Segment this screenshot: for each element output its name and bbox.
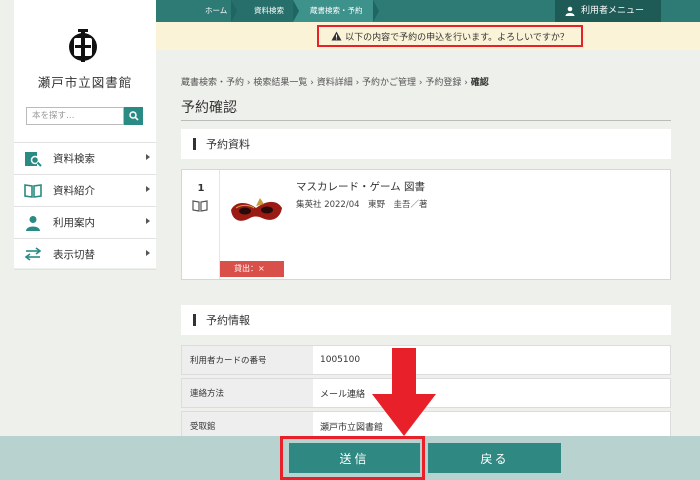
nav-home[interactable]: ホーム xyxy=(205,0,227,22)
nav-catalog[interactable]: 蔵書検索・予約 xyxy=(310,0,363,22)
notice-text: 以下の内容で予約の申込を行います。よろしいですか？ xyxy=(345,32,569,43)
book-icon xyxy=(192,200,208,212)
arrow-down-icon xyxy=(372,348,436,436)
top-navigation: ホーム 資料検索 蔵書検索・予約 利用者メニュー xyxy=(156,0,700,22)
sidebar-item-intro[interactable]: 資料紹介 xyxy=(14,174,156,206)
nav-separator xyxy=(231,0,237,22)
item-number: 1 xyxy=(197,183,205,194)
nav-search[interactable]: 資料検索 xyxy=(254,0,284,22)
section-reservation-info: 予約情報 xyxy=(181,305,671,335)
status-badge: 貸出：× xyxy=(220,261,284,277)
page-title: 予約確認 xyxy=(181,100,237,116)
item-index-column: 1 xyxy=(182,170,220,279)
info-value: メール連絡 xyxy=(320,389,366,400)
switch-arrows-icon xyxy=(23,245,43,263)
search-button[interactable] xyxy=(124,107,143,125)
breadcrumb-item[interactable]: 蔵書検索・予約 xyxy=(181,78,244,88)
send-button[interactable]: 送信 xyxy=(289,443,420,473)
chevron-right-icon xyxy=(146,250,150,256)
library-logo-icon xyxy=(69,29,97,62)
section-title: 予約情報 xyxy=(206,314,250,327)
search-icon xyxy=(128,111,139,121)
notice-bar: 以下の内容で予約の申込を行います。よろしいですか？ xyxy=(156,22,700,50)
sidebar-menu: 資料検索 資料紹介 利用案内 表示切替 xyxy=(14,142,156,270)
sidebar-item-label: 利用案内 xyxy=(53,217,95,229)
book-cover-mask-image xyxy=(226,180,286,248)
user-menu-button[interactable]: 利用者メニュー xyxy=(555,0,661,22)
sidebar-item-display[interactable]: 表示切替 xyxy=(14,238,156,270)
search-input[interactable]: 本を探す… xyxy=(26,107,124,125)
breadcrumb-item[interactable]: 予約かご管理 xyxy=(362,78,416,88)
sidebar-item-guide[interactable]: 利用案内 xyxy=(14,206,156,238)
chevron-right-icon xyxy=(146,218,150,224)
breadcrumb-item[interactable]: 資料詳細 xyxy=(317,78,353,88)
confirmation-notice: 以下の内容で予約の申込を行います。よろしいですか？ xyxy=(317,25,583,47)
breadcrumb-item[interactable]: 検索結果一覧 xyxy=(253,78,307,88)
search-book-icon xyxy=(23,150,43,168)
sidebar-item-label: 表示切替 xyxy=(53,248,95,261)
chevron-right-icon xyxy=(146,154,150,160)
user-icon xyxy=(565,6,575,16)
section-marker xyxy=(193,138,196,150)
info-label: 連絡方法 xyxy=(182,379,313,407)
nav-separator xyxy=(293,0,299,22)
item-title-link[interactable]: マスカレード・ゲーム 図書 xyxy=(296,179,425,194)
nav-separator xyxy=(373,0,379,22)
sidebar: 瀬戸市立図書館 本を探す… 資料検索 資料紹介 利用案内 表示切替 xyxy=(14,0,156,270)
item-meta: 集英社 2022/04 東野 圭吾／著 xyxy=(296,200,428,210)
breadcrumb-item[interactable]: 予約登録 xyxy=(425,78,461,88)
section-marker xyxy=(193,314,196,326)
section-title: 予約資料 xyxy=(206,138,250,151)
breadcrumb-current: 確認 xyxy=(470,78,489,88)
info-value: 1005100 xyxy=(320,355,361,365)
section-reserved-items: 予約資料 xyxy=(181,129,671,159)
info-label: 利用者カードの番号 xyxy=(182,346,313,374)
back-button[interactable]: 戻る xyxy=(428,443,561,473)
person-icon xyxy=(23,214,43,232)
sidebar-item-label: 資料紹介 xyxy=(53,185,95,197)
reserved-item-card: 1 マスカレード・ゲーム 図書 集英社 2022/04 東野 圭吾／著 貸出：× xyxy=(181,169,671,280)
library-name: 瀬戸市立図書館 xyxy=(37,75,133,90)
chevron-right-icon xyxy=(146,186,150,192)
sidebar-item-search[interactable]: 資料検索 xyxy=(14,142,156,174)
breadcrumb: 蔵書検索・予約 › 検索結果一覧 › 資料詳細 › 予約かご管理 › 予約登録 … xyxy=(181,78,489,88)
title-divider xyxy=(181,120,671,121)
warning-icon xyxy=(331,31,342,41)
sidebar-item-label: 資料検索 xyxy=(53,153,95,165)
open-book-icon xyxy=(23,182,43,200)
user-menu-label: 利用者メニュー xyxy=(581,6,645,16)
